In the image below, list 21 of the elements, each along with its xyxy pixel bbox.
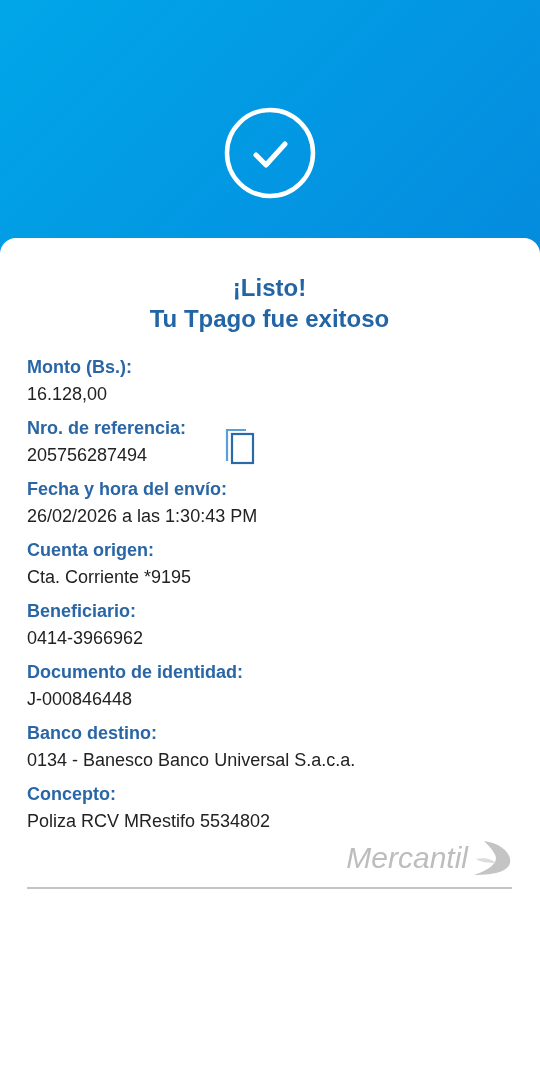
field-label: Banco destino:: [27, 722, 158, 745]
field-label: Concepto:: [27, 783, 117, 806]
field-label: Monto (Bs.):: [27, 356, 132, 379]
title-text: ¡Listo!: [232, 273, 307, 303]
field-label: Cuenta origen:: [27, 539, 155, 562]
field-label: Fecha y hora del envío:: [27, 478, 229, 501]
success-check-icon: [224, 107, 316, 199]
field-label: Nro. de referencia:: [27, 417, 187, 440]
field-value: 26/02/2026 a las 1:30:43 PM: [27, 505, 258, 528]
logo-text: Mercantil: [346, 841, 468, 875]
field-value: J-000846448: [27, 688, 134, 711]
subtitle-text: Tu Tpago fue exitoso: [149, 304, 390, 334]
field-value: Poliza RCV MRestifo 5534802: [27, 810, 271, 833]
field-value: 0134 - Banesco Banco Universal S.a.c.a.: [27, 749, 356, 772]
copy-icon[interactable]: [224, 427, 257, 465]
field-value: 16.128,00: [27, 383, 109, 406]
field-value: Cta. Corriente *9195: [27, 566, 192, 589]
field-value: 205756287494: [27, 444, 149, 467]
field-label: Beneficiario:: [27, 600, 138, 623]
field-label: Documento de identidad:: [27, 661, 243, 684]
field-value: 0414-3966962: [27, 627, 144, 650]
